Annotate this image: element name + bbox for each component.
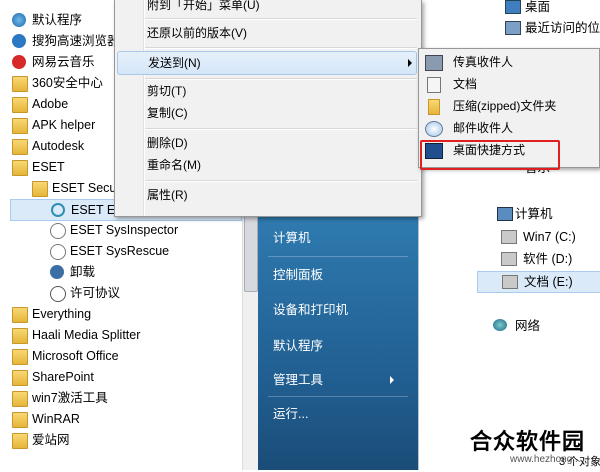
eset-sysinspector-icon — [50, 223, 66, 239]
folder-icon — [12, 349, 28, 365]
divider — [145, 47, 417, 49]
folder-icon — [32, 181, 48, 197]
netease-music-icon — [12, 55, 26, 69]
submenu-item-zip[interactable]: 压缩(zipped)文件夹 — [419, 95, 597, 117]
folder-icon — [12, 433, 28, 449]
start-item-default-programs[interactable]: 默认程序 — [273, 336, 323, 356]
brand-url: www.hezhong... — [510, 454, 581, 465]
zip-folder-icon — [428, 99, 440, 115]
documents-icon — [427, 77, 441, 93]
recent-places-icon — [505, 21, 521, 35]
menu-item-cut[interactable]: 剪切(T) — [115, 80, 419, 102]
submenu-item-fax[interactable]: 传真收件人 — [419, 51, 597, 73]
computer-icon — [497, 207, 513, 221]
chevron-right-icon — [408, 59, 412, 67]
divider — [268, 256, 408, 257]
brand-title: 合众软件园 — [470, 429, 586, 454]
folder-icon — [12, 370, 28, 386]
mail-icon — [425, 121, 443, 137]
divider — [145, 128, 417, 130]
nav-item-drive-e[interactable]: 文档 (E:) — [477, 271, 600, 293]
folder-icon — [12, 391, 28, 407]
folder-icon — [12, 328, 28, 344]
submenu-item-mail[interactable]: 邮件收件人 — [419, 117, 597, 139]
menu-item-delete[interactable]: 删除(D) — [115, 132, 419, 154]
highlight-box — [420, 140, 560, 170]
folder-icon — [12, 412, 28, 428]
start-item-devices-printers[interactable]: 设备和打印机 — [273, 300, 348, 320]
uninstall-icon — [50, 265, 64, 279]
folder-icon — [12, 160, 28, 176]
sogou-browser-icon — [12, 34, 26, 48]
license-icon — [50, 286, 66, 302]
folder-icon — [12, 76, 28, 92]
drive-icon — [501, 230, 517, 244]
divider — [145, 180, 417, 182]
folder-icon — [12, 139, 28, 155]
eset-icon — [51, 203, 65, 217]
start-item-computer[interactable]: 计算机 — [273, 228, 311, 248]
chevron-right-icon — [390, 376, 394, 384]
menu-item-restore[interactable]: 还原以前的版本(V) — [115, 22, 419, 44]
start-item-control-panel[interactable]: 控制面板 — [273, 265, 323, 285]
default-programs-icon — [12, 13, 26, 27]
divider — [268, 396, 408, 397]
brand-watermark: 合众软件园 www.hezhong... — [470, 424, 600, 470]
start-item-admin-tools[interactable]: 管理工具 — [273, 370, 323, 390]
menu-item-rename[interactable]: 重命名(M) — [115, 154, 419, 176]
network-icon — [493, 319, 507, 331]
drive-icon — [501, 252, 517, 266]
menu-item-copy[interactable]: 复制(C) — [115, 102, 419, 124]
submenu-item-documents[interactable]: 文档 — [419, 73, 597, 95]
context-menu: 附到「开始」菜单(U) 还原以前的版本(V) 发送到(N) 剪切(T) 复制(C… — [114, 0, 422, 217]
folder-icon — [12, 118, 28, 134]
menu-item-pin-start[interactable]: 附到「开始」菜单(U) — [115, 0, 419, 16]
eset-sysrescue-icon — [50, 244, 66, 260]
drive-icon — [502, 275, 518, 289]
divider — [145, 18, 417, 20]
folder-icon — [12, 97, 28, 113]
fax-icon — [425, 55, 443, 71]
desktop-icon — [505, 0, 521, 14]
menu-item-send-to[interactable]: 发送到(N) — [117, 51, 417, 75]
menu-item-properties[interactable]: 属性(R) — [115, 184, 419, 206]
start-item-run[interactable]: 运行... — [273, 404, 308, 424]
folder-icon — [12, 307, 28, 323]
